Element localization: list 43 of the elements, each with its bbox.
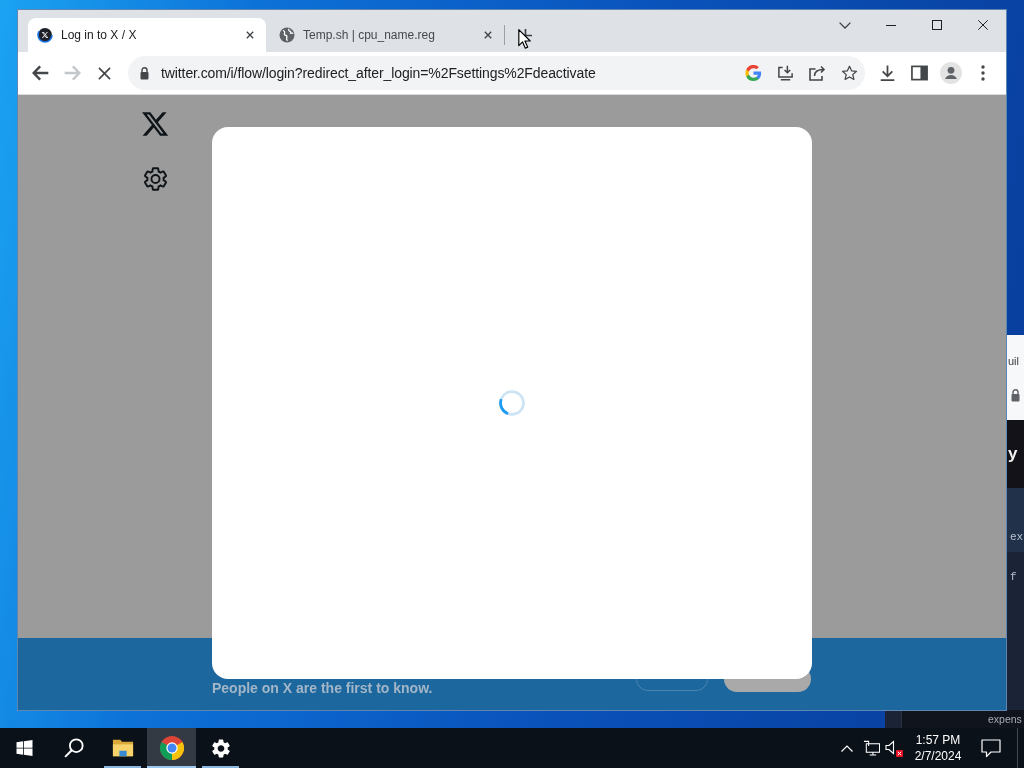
windows-logo-icon <box>16 740 33 756</box>
forward-arrow-icon <box>63 65 81 81</box>
caret-up-icon <box>841 744 853 752</box>
more-vertical-icon <box>981 65 985 81</box>
avatar-icon <box>940 62 962 84</box>
close-icon <box>484 31 492 39</box>
network-icon <box>862 740 880 756</box>
browser-tab[interactable]: Temp.sh | cpu_name.reg <box>270 18 504 52</box>
chevron-down-icon <box>839 21 851 29</box>
file-name: expens <box>988 712 1022 726</box>
close-icon <box>978 20 988 30</box>
chrome-logo-icon <box>159 736 184 760</box>
speech-bubble-icon <box>981 738 1001 758</box>
side-panel-icon <box>910 65 928 81</box>
google-g-icon <box>744 65 762 81</box>
tab-title: uil <box>1008 354 1020 368</box>
code-text: f <box>1010 570 1017 584</box>
back-arrow-icon <box>31 65 49 81</box>
close-icon <box>246 31 254 39</box>
install-icon <box>776 65 794 81</box>
code-text: ex <box>1010 530 1024 544</box>
stop-icon <box>97 66 111 80</box>
folder-icon <box>111 738 134 758</box>
x-logo[interactable] <box>142 112 168 136</box>
address-bar[interactable]: twitter.com/i/flow/login?redirect_after_login=%2Fsettings%2Fdeactivate <box>128 56 865 90</box>
page-heading: y <box>1008 444 1018 464</box>
search-icon <box>62 738 85 758</box>
browser-tab[interactable]: Log in to X / X <box>28 18 266 52</box>
mouse-cursor-icon <box>518 29 531 49</box>
url-text: twitter.com/i/flow/login?redirect_after_login=%2Fsettings%2Fdeactivate <box>161 64 596 82</box>
browser-taskbar-button[interactable] <box>147 728 196 768</box>
download-icon <box>878 65 896 81</box>
minimize-icon <box>886 24 896 26</box>
banner-text: People on X are the first to know. <box>212 679 434 698</box>
share-icon <box>808 65 826 81</box>
globe-icon <box>279 27 295 43</box>
star-icon <box>840 65 858 81</box>
lock-icon <box>1011 389 1020 402</box>
settings-icon[interactable] <box>143 167 167 191</box>
x-favicon-icon <box>37 27 53 43</box>
clock[interactable]: 1:57 PM 2/7/2024 <box>905 728 971 768</box>
gear-icon <box>210 738 231 758</box>
maximize-icon <box>932 20 942 30</box>
